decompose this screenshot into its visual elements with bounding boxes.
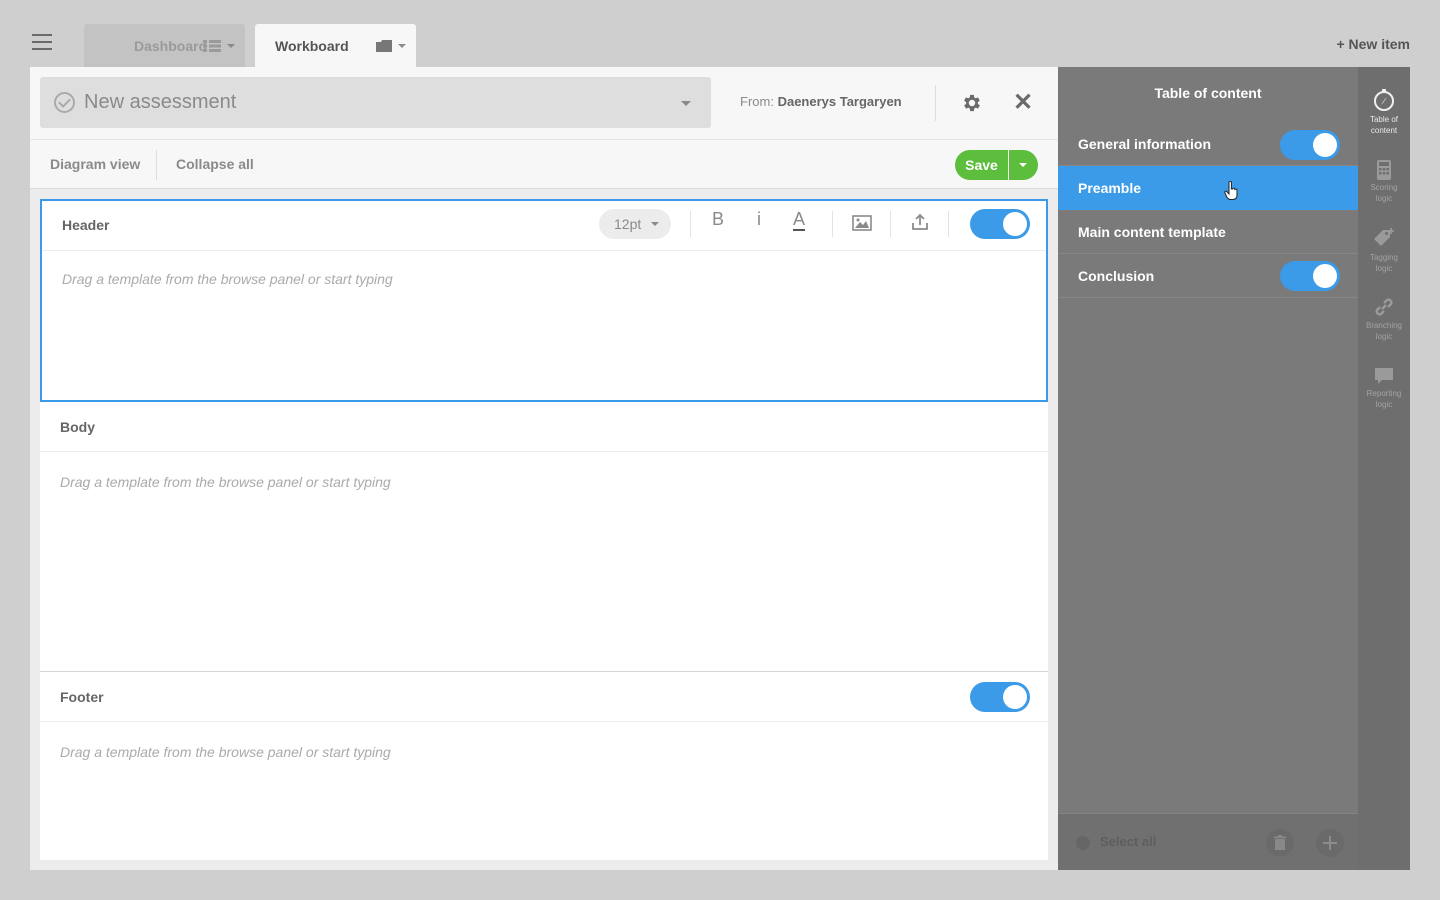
toc-footer: Select all	[1058, 813, 1358, 870]
rail-label-line2: content	[1370, 126, 1398, 135]
editor-toolbar: Diagram view Collapse all Save	[30, 139, 1058, 189]
general-information-toggle[interactable]	[1280, 130, 1340, 160]
toc-item-main-content-template[interactable]: Main content template	[1058, 210, 1358, 254]
chevron-down-icon[interactable]	[398, 44, 406, 48]
header-section[interactable]: Header 12pt B i A Drag a template from t…	[40, 199, 1048, 402]
footer-toggle[interactable]	[970, 682, 1030, 712]
tab-dashboard[interactable]: Dashboard	[84, 24, 245, 67]
tag-icon	[1374, 228, 1394, 246]
font-size-select[interactable]: 12pt	[599, 209, 671, 239]
toc-item-label: Conclusion	[1078, 268, 1155, 284]
header-toggle[interactable]	[970, 209, 1030, 239]
trash-icon	[1274, 835, 1286, 850]
toc-item-general-information[interactable]: General information	[1058, 122, 1358, 166]
from-name: Daenerys Targaryen	[777, 94, 902, 109]
editor-panel: New assessment From: Daenerys Targaryen …	[30, 67, 1058, 870]
rail-label-line1: Scoring	[1370, 183, 1398, 192]
from-label: From:	[740, 94, 774, 109]
rail-tagging-logic[interactable]: Tagging logic	[1358, 227, 1410, 295]
divider	[935, 85, 936, 121]
toc-item-label: General information	[1078, 136, 1212, 152]
toc-item-preamble[interactable]: Preamble	[1058, 166, 1358, 210]
tab-workboard[interactable]: Workboard	[255, 24, 416, 67]
body-title: Body	[60, 419, 95, 435]
text-color-button[interactable]: A	[793, 209, 806, 231]
body-section-head: Body	[40, 402, 1048, 452]
save-button[interactable]: Save	[955, 150, 1008, 180]
folder-icon	[376, 40, 392, 52]
tab-workboard-label: Workboard	[275, 37, 349, 54]
toc-item-conclusion[interactable]: Conclusion	[1058, 254, 1358, 298]
rail-label-line2: logic	[1375, 332, 1393, 341]
toc-panel: Table of content General information Pre…	[1058, 67, 1358, 870]
rail-label-line2: logic	[1375, 400, 1393, 409]
divider	[156, 150, 157, 180]
close-icon[interactable]: ✕	[1012, 91, 1034, 115]
toc-title: Table of content	[1154, 85, 1262, 101]
toc-item-label: Main content template	[1078, 224, 1226, 240]
conclusion-toggle[interactable]	[1280, 261, 1340, 291]
divider	[832, 211, 833, 237]
rail-table-of-content[interactable]: Table of content	[1358, 87, 1410, 155]
calculator-icon	[1377, 160, 1391, 180]
footer-title: Footer	[60, 689, 104, 705]
content-area: Header 12pt B i A Drag a template from t…	[40, 199, 1048, 860]
divider	[890, 211, 891, 237]
new-item-button[interactable]: + New item	[1336, 36, 1410, 52]
rail-label-line1: Branching	[1365, 321, 1403, 330]
header-title: Header	[62, 217, 110, 233]
chevron-down-icon[interactable]	[227, 44, 235, 48]
gear-icon[interactable]	[961, 92, 983, 114]
tab-dashboard-label: Dashboard	[134, 37, 208, 54]
diagram-view-button[interactable]: Diagram view	[50, 156, 140, 172]
body-placeholder[interactable]: Drag a template from the browse panel or…	[60, 474, 391, 490]
menu-icon[interactable]	[32, 34, 52, 50]
footer-section[interactable]: Footer Drag a template from the browse p…	[40, 672, 1048, 860]
rail-reporting-logic[interactable]: Reporting logic	[1358, 365, 1410, 433]
toc-item-label: Preamble	[1078, 180, 1142, 196]
add-button[interactable]	[1316, 829, 1344, 857]
plus-icon	[1323, 836, 1337, 850]
delete-button[interactable]	[1266, 829, 1294, 857]
collapse-all-button[interactable]: Collapse all	[176, 156, 254, 172]
side-rail: Table of content Scoring logic Tagging l…	[1358, 67, 1410, 870]
compass-icon	[1374, 89, 1394, 111]
from-info: From: Daenerys Targaryen	[740, 94, 902, 109]
rail-label-line2: logic	[1375, 264, 1393, 273]
header-section-head: Header 12pt B i A	[42, 201, 1046, 251]
header-placeholder[interactable]: Drag a template from the browse panel or…	[62, 271, 393, 287]
title-bar: New assessment From: Daenerys Targaryen …	[30, 67, 1058, 139]
rail-scoring-logic[interactable]: Scoring logic	[1358, 159, 1410, 227]
rail-label-line1: Tagging	[1369, 253, 1399, 262]
grid-icon	[203, 40, 221, 52]
divider	[948, 211, 949, 237]
footer-placeholder[interactable]: Drag a template from the browse panel or…	[60, 744, 391, 760]
bold-button[interactable]: B	[712, 209, 724, 230]
italic-button[interactable]: i	[757, 209, 761, 230]
hand-cursor-icon	[1224, 181, 1238, 200]
upload-icon[interactable]	[911, 213, 929, 231]
image-icon[interactable]	[852, 215, 872, 231]
speech-bubble-icon	[1375, 368, 1393, 384]
divider	[690, 211, 691, 237]
link-icon	[1375, 298, 1393, 316]
assessment-title-value: New assessment	[84, 91, 237, 113]
assessment-title-input[interactable]: New assessment	[40, 77, 711, 128]
rail-label-line1: Table of	[1369, 115, 1399, 124]
rail-branching-logic[interactable]: Branching logic	[1358, 295, 1410, 363]
rail-label-line2: logic	[1375, 194, 1393, 203]
select-all-label[interactable]: Select all	[1100, 834, 1156, 849]
body-section[interactable]: Body Drag a template from the browse pan…	[40, 402, 1048, 672]
save-options-button[interactable]	[1009, 150, 1038, 180]
chevron-down-icon[interactable]	[681, 101, 691, 106]
rail-label-line1: Reporting	[1366, 389, 1402, 398]
footer-section-head: Footer	[40, 672, 1048, 722]
check-circle-icon	[54, 92, 75, 113]
select-all-radio[interactable]	[1076, 836, 1090, 850]
